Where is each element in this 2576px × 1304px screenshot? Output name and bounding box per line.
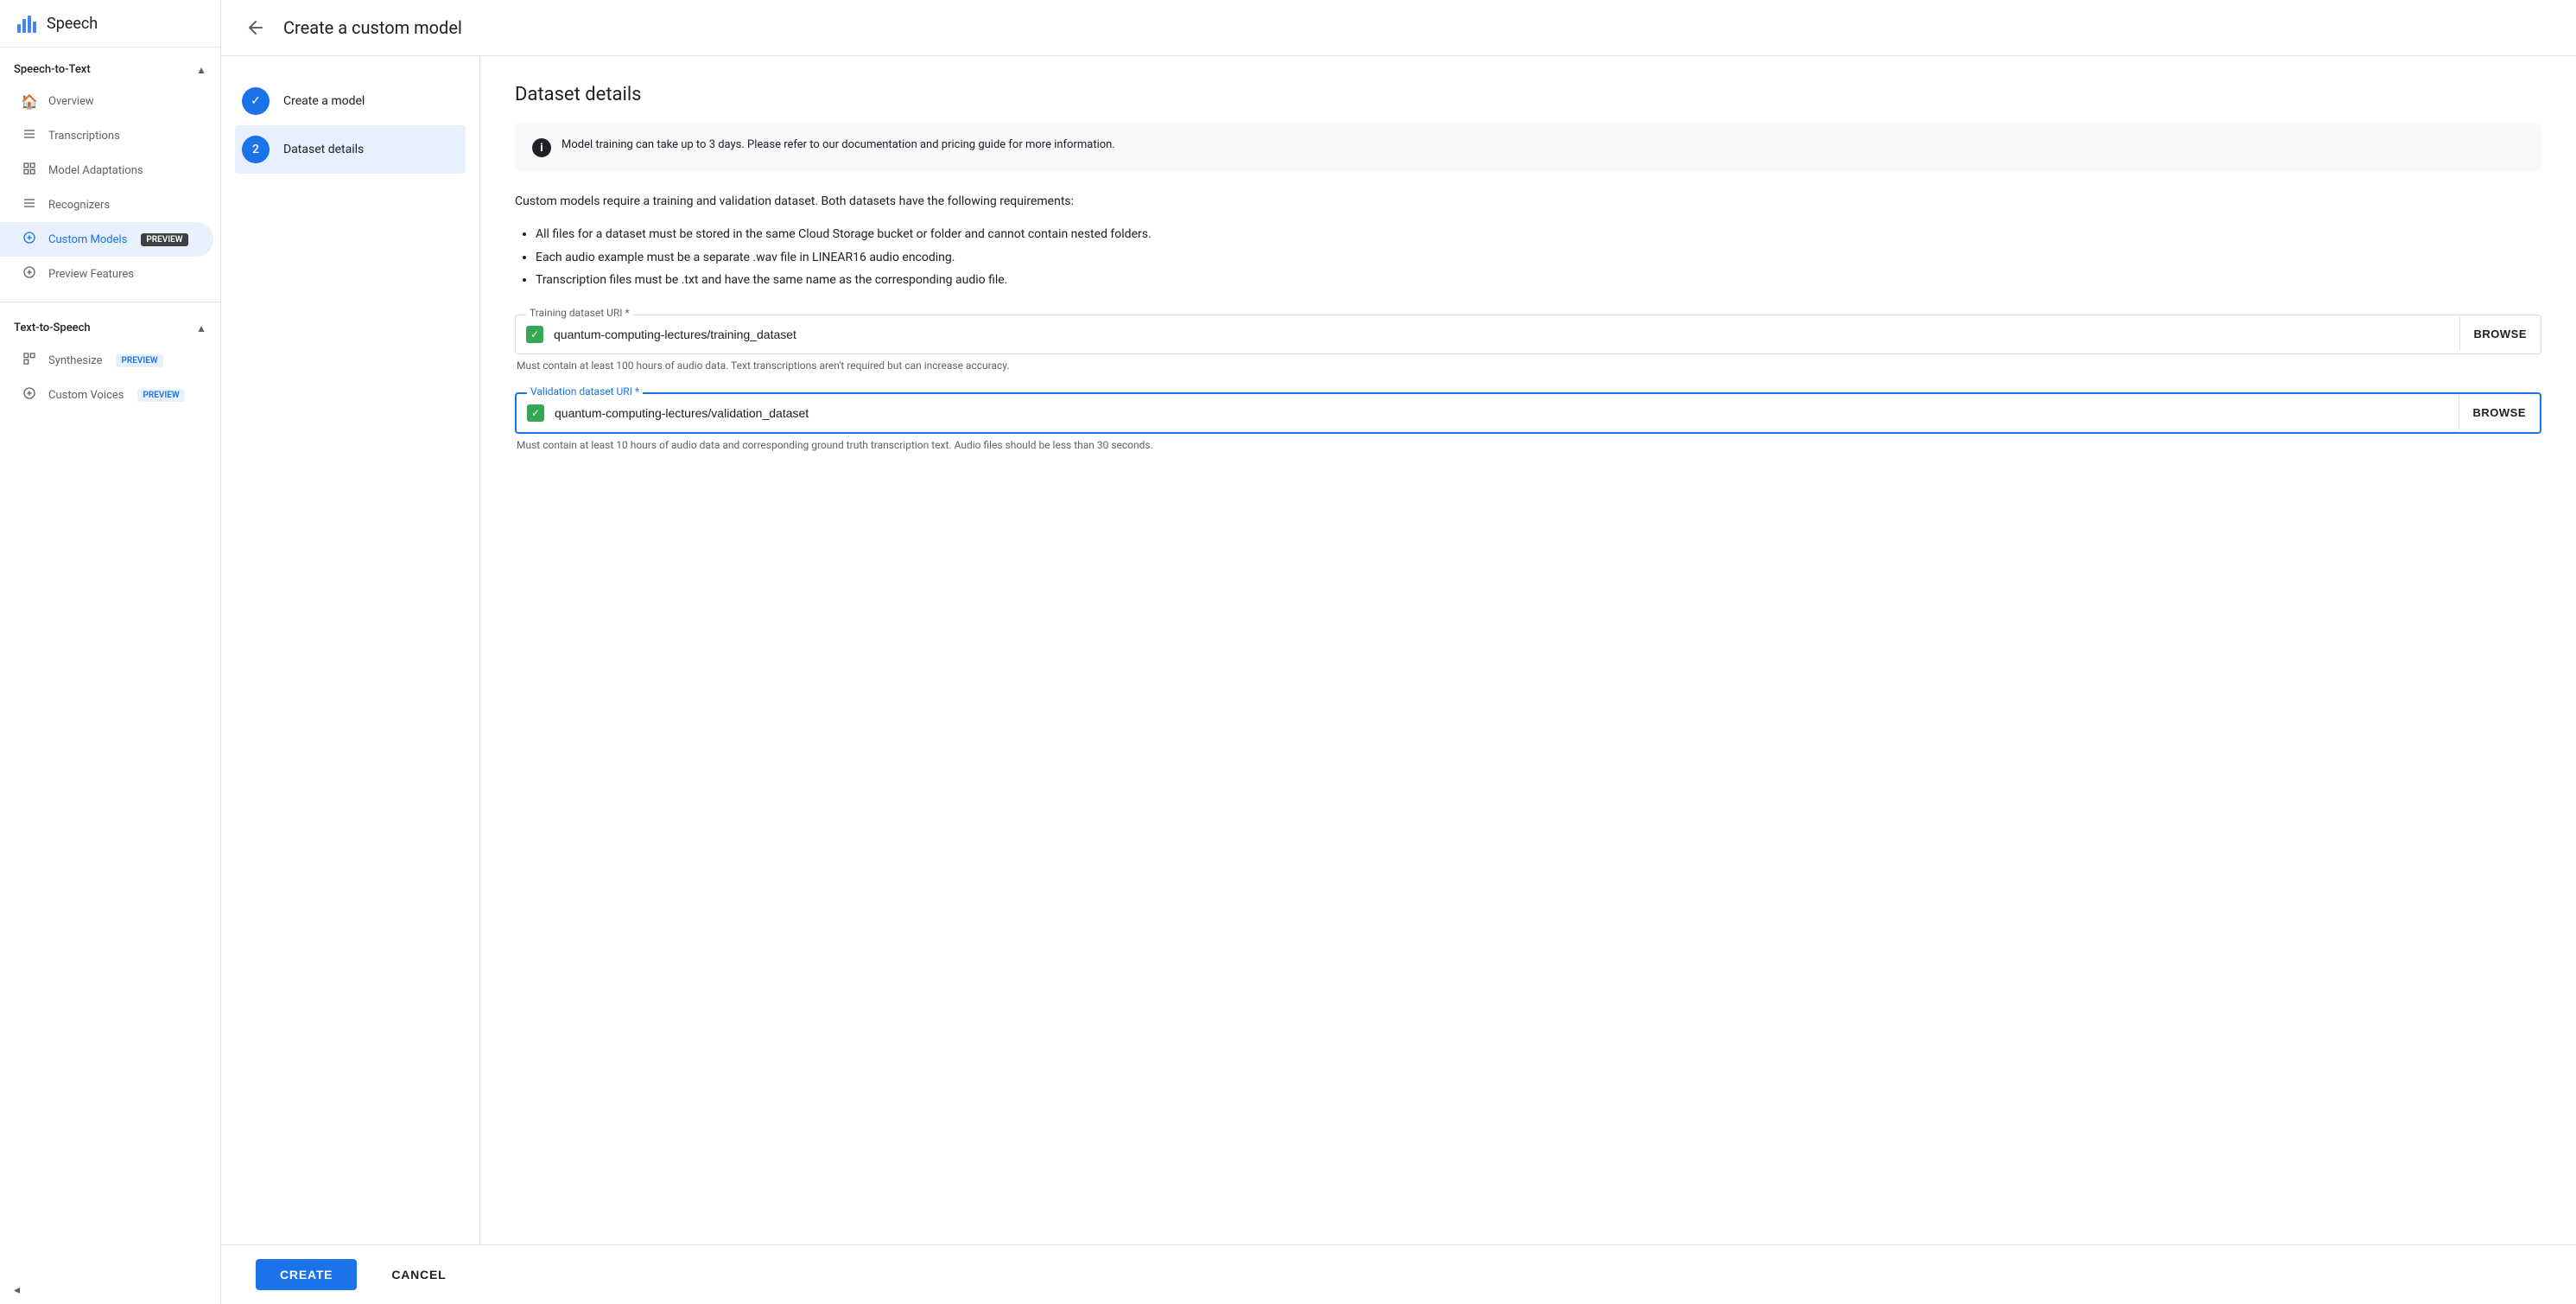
info-box: i Model training can take up to 3 days. …	[515, 123, 2541, 171]
validation-browse-button[interactable]: BROWSE	[2459, 396, 2541, 429]
main-content: Create a custom model ✓ Create a model 2…	[221, 0, 2576, 1304]
training-uri-input[interactable]	[543, 315, 2459, 353]
list-icon	[21, 127, 38, 144]
preview-badge: PREVIEW	[141, 233, 187, 246]
info-text: Model training can take up to 3 days. Pl…	[562, 137, 1115, 154]
text-to-speech-header[interactable]: Text-to-Speech ▲	[0, 313, 220, 343]
speech-to-text-header[interactable]: Speech-to-Text ▲	[0, 54, 220, 85]
training-uri-hint: Must contain at least 100 hours of audio…	[515, 359, 2541, 372]
stepper-panel: ✓ Create a model 2 Dataset details	[221, 56, 480, 1244]
sidebar-item-overview[interactable]: 🏠 Overview	[0, 85, 213, 118]
sidebar-header: Speech	[0, 0, 220, 48]
page-title: Create a custom model	[283, 17, 462, 38]
speech-to-text-label: Speech-to-Text	[14, 63, 91, 76]
chevron-up-icon: ▲	[196, 64, 206, 76]
training-check-icon: ✓	[526, 326, 543, 343]
validation-uri-wrapper: Validation dataset URI * ✓ BROWSE	[515, 392, 2541, 434]
requirements-list: All files for a dataset must be stored i…	[515, 225, 2541, 289]
custom-models-icon	[21, 231, 38, 248]
content-area: ✓ Create a model 2 Dataset details Datas…	[221, 56, 2576, 1244]
lines-icon	[21, 196, 38, 213]
requirement-item: Each audio example must be a separate .w…	[536, 248, 2541, 267]
app-title: Speech	[47, 15, 98, 33]
bar-chart-icon	[17, 14, 36, 33]
training-uri-field-group: Training dataset URI * ✓ BROWSE Must con…	[515, 315, 2541, 372]
sidebar: Speech Speech-to-Text ▲ 🏠 Overview Trans…	[0, 0, 221, 1304]
sidebar-item-label: Synthesize	[48, 354, 102, 367]
sidebar-item-custom-voices[interactable]: Custom Voices PREVIEW	[0, 378, 213, 412]
sidebar-item-label: Overview	[48, 95, 94, 108]
check-icon: ✓	[251, 94, 261, 108]
validation-uri-field-group: Validation dataset URI * ✓ BROWSE Must c…	[515, 392, 2541, 451]
step-label-active: Dataset details	[283, 143, 364, 156]
collapse-icon: ◂	[14, 1283, 20, 1297]
step-create-model[interactable]: ✓ Create a model	[235, 77, 466, 125]
sidebar-item-label: Recognizers	[48, 199, 110, 212]
sidebar-collapse[interactable]: ◂	[0, 1276, 220, 1304]
validation-uri-label: Validation dataset URI *	[527, 385, 643, 398]
preview-features-icon	[21, 265, 38, 283]
text-to-speech-section: Text-to-Speech ▲ Synthesize PREVIEW Cust…	[0, 306, 220, 419]
sidebar-item-custom-models[interactable]: Custom Models PREVIEW	[0, 222, 213, 257]
preview-badge-custom-voices: PREVIEW	[137, 389, 184, 402]
action-bar: CREATE CANCEL	[221, 1244, 2576, 1304]
preview-badge-synthesize: PREVIEW	[116, 354, 162, 367]
sidebar-item-preview-features[interactable]: Preview Features	[0, 257, 213, 291]
requirement-item: All files for a dataset must be stored i…	[536, 225, 2541, 244]
sidebar-item-label: Model Adaptations	[48, 164, 143, 177]
validation-check-icon: ✓	[527, 404, 544, 422]
requirement-item: Transcription files must be .txt and hav…	[536, 270, 2541, 289]
sidebar-item-transcriptions[interactable]: Transcriptions	[0, 118, 213, 153]
sidebar-item-model-adaptations[interactable]: Model Adaptations	[0, 153, 213, 188]
training-uri-wrapper: Training dataset URI * ✓ BROWSE	[515, 315, 2541, 354]
chart-icon	[21, 162, 38, 179]
validation-uri-hint: Must contain at least 10 hours of audio …	[515, 439, 2541, 451]
description-text: Custom models require a training and val…	[515, 192, 2541, 211]
sidebar-item-label: Custom Voices	[48, 389, 124, 402]
sidebar-item-label: Transcriptions	[48, 130, 120, 143]
dataset-details-panel: Dataset details i Model training can tak…	[480, 56, 2576, 1244]
sidebar-item-synthesize[interactable]: Synthesize PREVIEW	[0, 343, 213, 378]
chevron-up-icon-tts: ▲	[196, 322, 206, 334]
speech-to-text-section: Speech-to-Text ▲ 🏠 Overview Transcriptio…	[0, 48, 220, 298]
sidebar-item-label: Preview Features	[48, 268, 134, 281]
step-number: 2	[252, 143, 259, 156]
app-logo	[17, 14, 36, 33]
home-icon: 🏠	[21, 93, 38, 110]
step-dataset-details[interactable]: 2 Dataset details	[235, 125, 466, 174]
info-icon: i	[532, 138, 551, 157]
cancel-button[interactable]: CANCEL	[367, 1259, 470, 1290]
back-button[interactable]	[242, 14, 270, 41]
synthesize-icon	[21, 352, 38, 369]
validation-uri-input[interactable]	[544, 394, 2459, 432]
step-label: Create a model	[283, 94, 365, 108]
step-circle-completed: ✓	[242, 87, 270, 115]
step-circle-active: 2	[242, 136, 270, 163]
custom-voices-icon	[21, 386, 38, 404]
text-to-speech-label: Text-to-Speech	[14, 321, 91, 334]
training-browse-button[interactable]: BROWSE	[2459, 317, 2541, 351]
sidebar-item-recognizers[interactable]: Recognizers	[0, 188, 213, 222]
training-uri-label: Training dataset URI *	[526, 307, 633, 319]
dataset-title: Dataset details	[515, 84, 2541, 105]
top-bar: Create a custom model	[221, 0, 2576, 56]
sidebar-item-label: Custom Models	[48, 233, 127, 246]
create-button[interactable]: CREATE	[256, 1259, 357, 1290]
